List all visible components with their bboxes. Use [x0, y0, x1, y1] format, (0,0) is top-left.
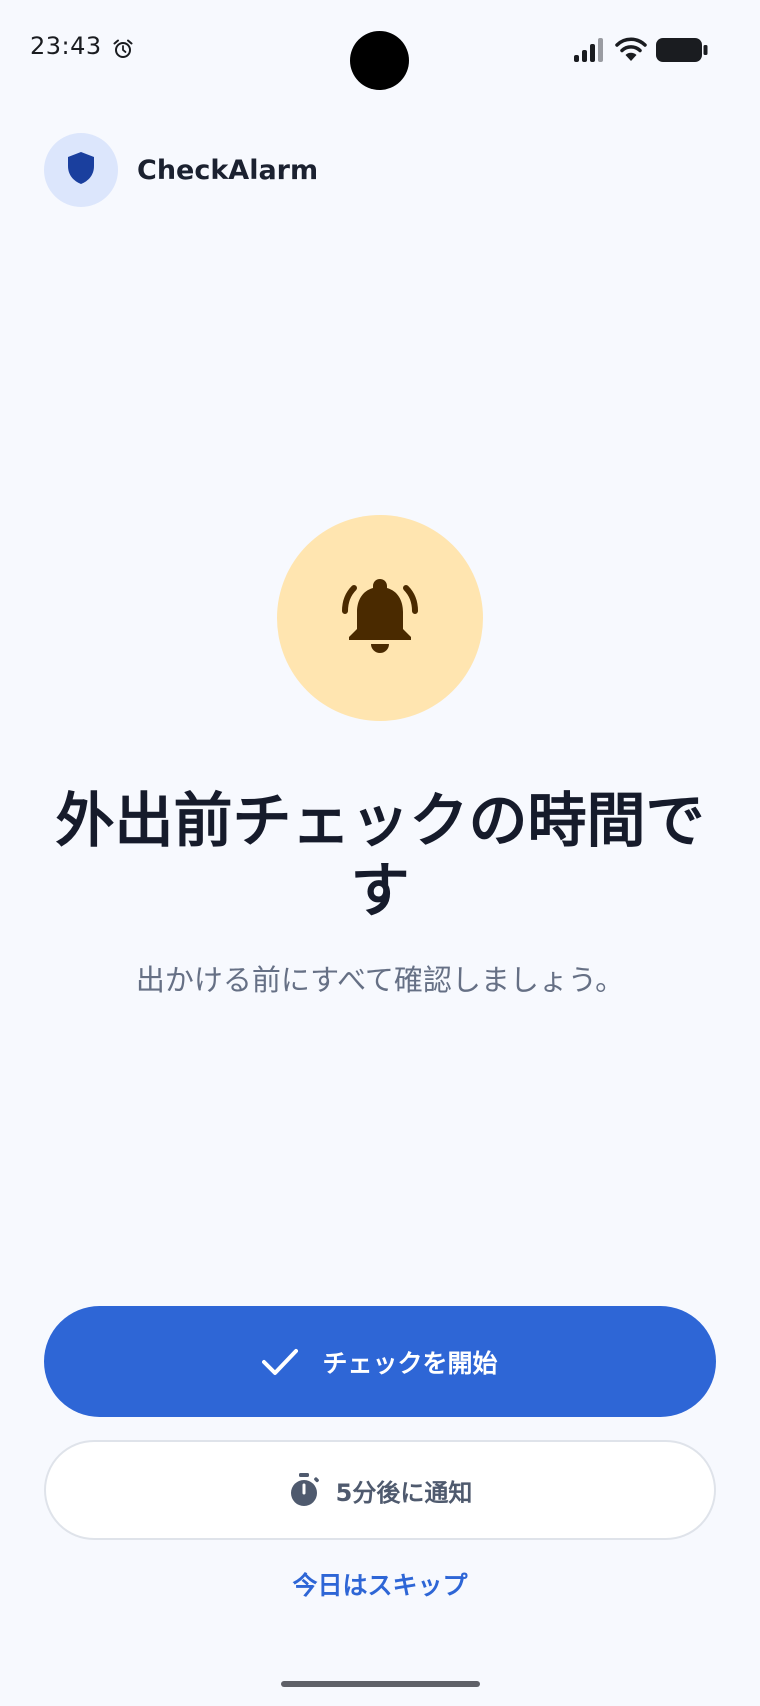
bell-ringing-icon [335, 571, 425, 665]
stopwatch-icon [288, 1473, 320, 1507]
app-title: CheckAlarm [137, 154, 319, 186]
start-check-button[interactable]: チェックを開始 [44, 1306, 716, 1417]
status-time: 23:43 [30, 32, 102, 60]
check-icon [262, 1348, 299, 1376]
bell-badge [277, 515, 483, 721]
shield-icon [67, 151, 95, 189]
page-title: 外出前チェックの時間です [55, 786, 705, 925]
page-subtitle: 出かける前にすべて確認しましょう。 [135, 963, 625, 997]
app-logo [44, 133, 118, 207]
status-bar: 23:43 [0, 0, 760, 100]
camera-cutout [350, 31, 409, 90]
skip-today-link[interactable]: 今日はスキップ [230, 1566, 530, 1602]
home-indicator[interactable] [281, 1681, 480, 1687]
wifi-icon [615, 36, 647, 66]
battery-icon [656, 38, 708, 66]
app-header: CheckAlarm [44, 133, 318, 207]
snooze-label: 5分後に通知 [335, 1478, 473, 1507]
start-check-label: チェックを開始 [322, 1348, 498, 1378]
snooze-button[interactable]: 5分後に通知 [44, 1440, 716, 1540]
signal-icon [574, 38, 606, 66]
alarm-icon [112, 38, 134, 64]
